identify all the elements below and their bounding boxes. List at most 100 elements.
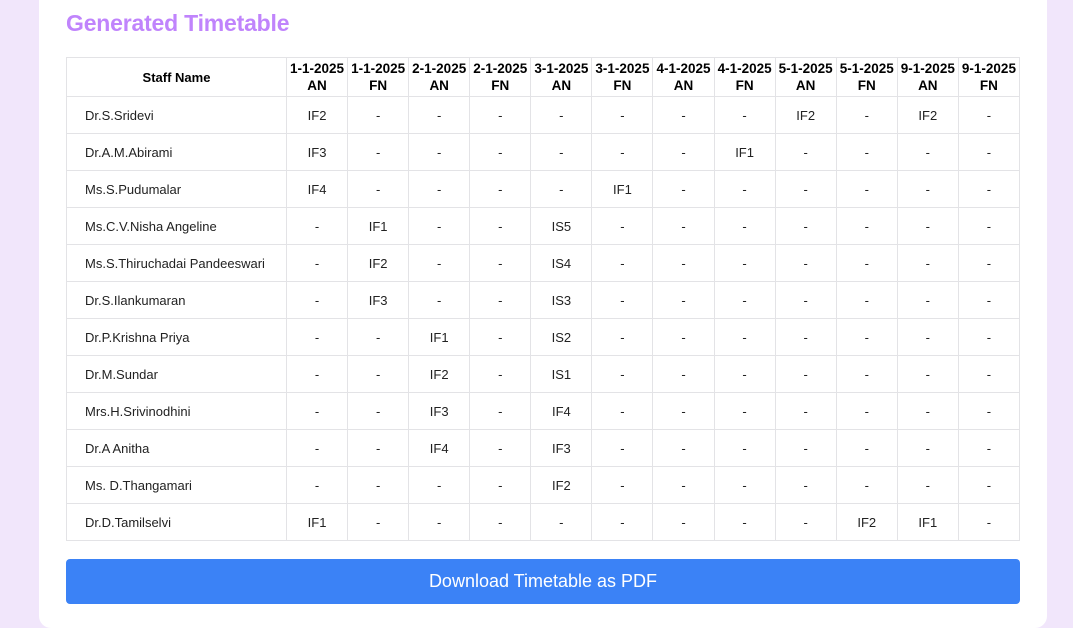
assignment-cell: - <box>774 318 837 356</box>
assignment-cell: - <box>713 281 776 319</box>
table-row: Dr.M.Sundar - - IF2- IS1- - - - - - - <box>66 355 1021 393</box>
staff-name-cell: Dr.S.Sridevi <box>66 96 287 134</box>
column-header-date-session: 3-1-2025 AN <box>530 57 593 97</box>
staff-name-cell: Ms.S.Pudumalar <box>66 170 287 208</box>
column-header-date-session: 1-1-2025 FN <box>347 57 410 97</box>
assignment-cell: - <box>896 318 959 356</box>
column-header-date-session: 2-1-2025 FN <box>469 57 532 97</box>
table-row: Dr.D.Tamilselvi IF1- - - - - - - - IF2 IF1- <box>66 503 1021 541</box>
assignment-cell: - <box>957 429 1021 467</box>
column-date: 9-1-2025 <box>900 61 955 76</box>
assignment-cell: - <box>347 503 410 541</box>
assignment-cell: - <box>285 207 349 245</box>
assignment-cell: - <box>285 466 349 504</box>
table-row: Ms.S.Thiruchadai Pandeeswari - IF2- - IS4- - -… <box>66 244 1021 282</box>
timetable-body: Dr.S.Sridevi IF2- - - - - - - IF2- IF2- Dr.A.M.Abi… <box>66 96 1021 541</box>
assignment-cell: - <box>530 503 593 541</box>
assignment-cell: - <box>347 318 410 356</box>
column-header-date-session: 4-1-2025 AN <box>652 57 715 97</box>
assignment-cell: IS1 <box>530 355 593 393</box>
column-date: 2-1-2025 <box>473 61 528 76</box>
assignment-cell: - <box>285 355 349 393</box>
assignment-cell: - <box>774 244 837 282</box>
assignment-cell: IS3 <box>530 281 593 319</box>
assignment-cell: - <box>591 318 654 356</box>
column-session: AN <box>673 78 694 93</box>
page-title: Generated Timetable <box>66 10 290 36</box>
assignment-cell: IF1 <box>408 318 471 356</box>
assignment-cell: - <box>469 207 532 245</box>
assignment-cell: - <box>957 170 1021 208</box>
column-session: FN <box>735 78 754 93</box>
assignment-cell: IF1 <box>713 133 776 171</box>
assignment-cell: - <box>591 281 654 319</box>
assignment-cell: - <box>835 355 898 393</box>
staff-name-cell: Dr.D.Tamilselvi <box>66 503 287 541</box>
assignment-cell: - <box>835 466 898 504</box>
assignment-cell: - <box>469 170 532 208</box>
assignment-cell: - <box>285 429 349 467</box>
assignment-cell: - <box>591 466 654 504</box>
assignment-cell: - <box>652 392 715 430</box>
assignment-cell: - <box>591 503 654 541</box>
assignment-cell: IF3 <box>530 429 593 467</box>
assignment-cell: - <box>957 244 1021 282</box>
table-row: Ms.S.Pudumalar IF4- - - - IF1- - - - - - <box>66 170 1021 208</box>
assignment-cell: - <box>774 355 837 393</box>
table-row: Dr.A Anitha - - IF4- IF3- - - - - - - <box>66 429 1021 467</box>
column-header-date-session: 2-1-2025 AN <box>408 57 471 97</box>
column-session: FN <box>979 78 998 93</box>
column-session: AN <box>551 78 572 93</box>
assignment-cell: - <box>896 355 959 393</box>
assignment-cell: IF4 <box>408 429 471 467</box>
table-row: Dr.S.Ilankumaran - IF3- - IS3- - - - - - - <box>66 281 1021 319</box>
assignment-cell: - <box>774 392 837 430</box>
assignment-cell: - <box>652 318 715 356</box>
column-date: 5-1-2025 <box>839 61 894 76</box>
column-header-date-session: 5-1-2025 AN <box>774 57 837 97</box>
assignment-cell: - <box>408 244 471 282</box>
assignment-cell: - <box>285 392 349 430</box>
assignment-cell: - <box>652 133 715 171</box>
assignment-cell: - <box>835 281 898 319</box>
timetable-table: Staff Name 1-1-2025 AN 1-1-2025 FN 2-1-2025 A… <box>66 57 1021 541</box>
column-session: FN <box>369 78 388 93</box>
assignment-cell: IF1 <box>896 503 959 541</box>
assignment-cell: - <box>652 207 715 245</box>
column-session: AN <box>918 78 938 93</box>
assignment-cell: - <box>713 96 776 134</box>
assignment-cell: IF2 <box>530 466 593 504</box>
assignment-cell: - <box>285 318 349 356</box>
assignment-cell: - <box>835 170 898 208</box>
staff-name-cell: Dr.S.Ilankumaran <box>66 281 287 319</box>
header-row: Staff Name 1-1-2025 AN 1-1-2025 FN 2-1-2025 A… <box>66 57 1021 97</box>
assignment-cell: - <box>896 392 959 430</box>
assignment-cell: - <box>469 466 532 504</box>
assignment-cell: - <box>347 133 410 171</box>
assignment-cell: IS4 <box>530 244 593 282</box>
assignment-cell: - <box>713 503 776 541</box>
assignment-cell: - <box>896 281 959 319</box>
column-date: 2-1-2025 <box>412 61 467 76</box>
assignment-cell: - <box>469 429 532 467</box>
assignment-cell: - <box>347 170 410 208</box>
assignment-cell: - <box>347 355 410 393</box>
assignment-cell: IF2 <box>285 96 349 134</box>
assignment-cell: - <box>652 244 715 282</box>
assignment-cell: - <box>713 429 776 467</box>
assignment-cell: - <box>408 466 471 504</box>
column-session: AN <box>429 78 449 93</box>
assignment-cell: - <box>652 503 715 541</box>
column-session: AN <box>307 78 327 93</box>
assignment-cell: - <box>713 392 776 430</box>
download-pdf-button[interactable]: Download Timetable as PDF <box>66 559 1020 604</box>
assignment-cell: IF2 <box>774 96 837 134</box>
staff-name-cell: Ms.C.V.Nisha Angeline <box>66 207 287 245</box>
column-header-date-session: 9-1-2025 AN <box>896 57 959 97</box>
assignment-cell: - <box>835 133 898 171</box>
assignment-cell: - <box>896 170 959 208</box>
assignment-cell: IF3 <box>408 392 471 430</box>
assignment-cell: IF2 <box>835 503 898 541</box>
assignment-cell: - <box>835 96 898 134</box>
staff-name-cell: Dr.M.Sundar <box>66 355 287 393</box>
